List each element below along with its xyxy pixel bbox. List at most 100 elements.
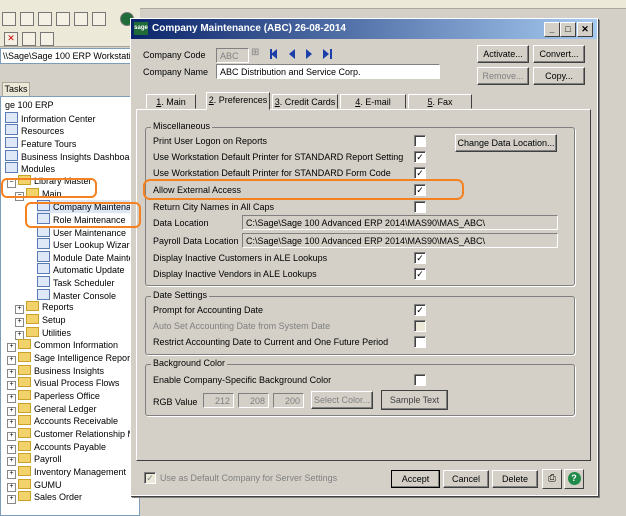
tab-email[interactable]: 4. E-mail [340, 94, 406, 109]
tree-item[interactable]: Master Console [37, 288, 116, 302]
expand-icon[interactable]: + [7, 444, 16, 454]
print-user-logon-checkbox[interactable] [414, 135, 426, 147]
data-location-field[interactable]: C:\Sage\Sage 100 Advanced ERP 2014\MAS90… [242, 215, 558, 230]
rgb-green-field[interactable]: 208 [238, 393, 269, 408]
enable-background-color-checkbox[interactable] [414, 374, 426, 386]
expand-icon[interactable]: + [7, 368, 16, 378]
cancel-button[interactable]: Cancel [443, 470, 489, 488]
folder-icon [18, 478, 31, 489]
return-city-caps-checkbox[interactable] [414, 201, 426, 213]
tab-tasks[interactable]: Tasks [2, 82, 30, 96]
accept-button[interactable]: Accept [391, 470, 440, 488]
default-printer-report-checkbox[interactable]: ✓ [414, 151, 426, 163]
tab-credit-cards[interactable]: 3. Credit Cards [272, 94, 338, 109]
tree-item[interactable]: + Common Information [7, 339, 118, 353]
tree-item[interactable]: + General Ledger [7, 402, 97, 416]
tree-item[interactable]: + Customer Relationship Management [7, 427, 139, 441]
rgb-blue-field[interactable]: 200 [273, 393, 304, 408]
expand-icon[interactable]: + [7, 356, 16, 365]
close-icon[interactable]: ✕ [4, 32, 18, 46]
auto-set-accounting-date-checkbox[interactable] [414, 320, 426, 332]
expand-icon[interactable]: + [7, 457, 16, 467]
home-icon[interactable] [40, 32, 54, 46]
expand-icon[interactable]: + [7, 393, 16, 403]
default-printer-form-checkbox[interactable]: ✓ [414, 167, 426, 179]
background-toolbar [0, 8, 140, 30]
server-default-checkbox[interactable]: ✓ [144, 472, 156, 484]
tree-item[interactable]: Module Date Maintenance [37, 250, 139, 264]
change-data-location-button[interactable]: Change Data Location... [455, 134, 557, 152]
tree-item[interactable]: ge 100 ERP [5, 99, 54, 111]
expand-icon[interactable]: + [15, 305, 24, 315]
copy-button[interactable]: Copy... [533, 67, 585, 85]
convert-button[interactable]: Convert... [533, 45, 585, 63]
tree-item[interactable]: + GUMU [7, 478, 62, 492]
select-color-button[interactable]: Select Color... [311, 391, 373, 409]
toolbar-icon[interactable] [38, 12, 52, 26]
expand-icon[interactable]: + [15, 330, 24, 340]
tree-item[interactable]: + Reports [15, 301, 74, 315]
expand-icon[interactable]: + [7, 419, 16, 429]
tree-item[interactable]: + Utilities [15, 326, 71, 340]
tree-item[interactable]: Feature Tours [5, 136, 76, 150]
expand-icon[interactable]: + [7, 343, 16, 353]
tree-item[interactable]: + Sage Intelligence Reporting [7, 352, 139, 365]
help-icon[interactable]: ? [564, 469, 584, 489]
task-tree[interactable]: ge 100 ERP Information Center Resources Fea… [0, 96, 140, 516]
maximize-icon[interactable]: □ [560, 22, 576, 37]
last-record-icon[interactable] [323, 49, 329, 59]
tree-item[interactable]: + Business Insights [7, 364, 104, 378]
tree-item[interactable]: Resources [5, 124, 64, 137]
expand-icon[interactable]: + [7, 406, 16, 416]
tree-item[interactable]: + Paperless Office [7, 389, 100, 403]
close-icon[interactable]: ✕ [577, 22, 593, 37]
minimize-icon[interactable]: _ [544, 22, 560, 37]
tree-item[interactable]: Modules [5, 162, 55, 175]
company-code-field[interactable]: ABC [216, 48, 249, 63]
previous-record-icon[interactable] [289, 49, 295, 59]
tree-item[interactable]: + Setup [15, 314, 66, 328]
toolbar-icon[interactable] [92, 12, 106, 26]
tree-item[interactable]: + Accounts Payable [7, 440, 106, 454]
company-name-field[interactable]: ABC Distribution and Service Corp. [216, 64, 440, 79]
delete-button[interactable]: Delete [492, 470, 538, 488]
path-field[interactable]: \\Sage\Sage 100 ERP Workstation [0, 48, 142, 64]
restrict-accounting-date-checkbox[interactable] [414, 336, 426, 348]
tab-main[interactable]: 1. Main [146, 94, 196, 109]
tree-item[interactable]: + Accounts Receivable [7, 415, 118, 429]
inactive-customers-checkbox[interactable]: ✓ [414, 252, 426, 264]
next-record-icon[interactable] [306, 49, 312, 59]
tree-item[interactable]: Information Center [5, 111, 96, 125]
toolbar-icon[interactable] [20, 12, 34, 26]
tab-preferences[interactable]: 2. Preferences [206, 92, 270, 110]
sample-text-button[interactable]: Sample Text [381, 390, 448, 410]
expand-icon[interactable]: + [15, 318, 24, 328]
tree-item[interactable]: User Lookup Wizard [37, 238, 135, 251]
expand-icon[interactable]: + [7, 381, 16, 391]
rgb-red-field[interactable]: 212 [203, 393, 234, 408]
inactive-vendors-checkbox[interactable]: ✓ [414, 268, 426, 280]
toolbar-icon[interactable] [74, 12, 88, 26]
tree-item[interactable]: + Visual Process Flows [7, 377, 119, 391]
tree-item[interactable]: Business Insights Dashboard [5, 149, 138, 163]
print-icon[interactable]: ⎙ [542, 469, 562, 489]
payroll-data-location-field[interactable]: C:\Sage\Sage 100 Advanced ERP 2014\MAS90… [242, 233, 558, 248]
dialog-title-bar[interactable]: sage Company Maintenance (ABC) 26-08-201… [131, 19, 597, 39]
remove-button[interactable]: Remove... [477, 67, 529, 85]
refresh-icon[interactable] [22, 32, 36, 46]
prompt-accounting-date-checkbox[interactable]: ✓ [414, 304, 426, 316]
expand-icon[interactable]: + [7, 495, 16, 505]
tree-item[interactable]: + Inventory Management [7, 465, 126, 479]
tree-item[interactable]: Task Scheduler [37, 276, 115, 289]
tab-fax[interactable]: 5. Fax [408, 94, 472, 109]
expand-icon[interactable]: + [7, 482, 16, 492]
expand-icon[interactable]: + [7, 431, 16, 441]
toolbar-icon[interactable] [56, 12, 70, 26]
tree-item[interactable]: + Sales Order [7, 491, 82, 505]
expand-icon[interactable]: + [7, 469, 16, 479]
tree-item[interactable]: Automatic Update [37, 263, 125, 276]
activate-button[interactable]: Activate... [477, 45, 529, 63]
lookup-icon[interactable]: ⊞ [251, 47, 259, 58]
toolbar-icon[interactable] [2, 12, 16, 26]
tree-item[interactable]: + Payroll [7, 453, 62, 467]
